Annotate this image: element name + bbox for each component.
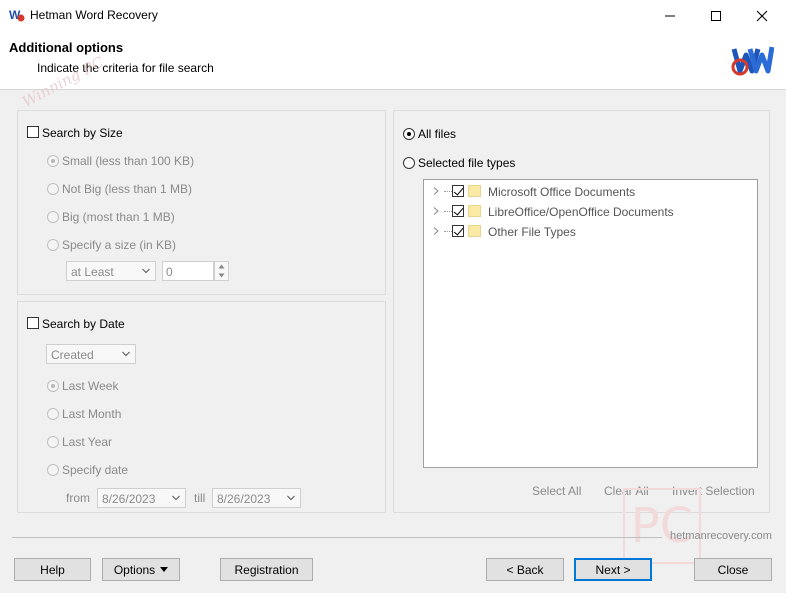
dropdown-arrow-icon xyxy=(160,567,169,572)
window-title: Hetman Word Recovery xyxy=(30,8,158,22)
maximize-icon xyxy=(711,10,721,21)
tree-item-other[interactable]: Other File Types xyxy=(424,221,754,241)
chevron-down-icon xyxy=(142,268,150,274)
size-value-input[interactable]: 0 xyxy=(162,261,214,281)
all-files-label: All files xyxy=(418,127,457,141)
tree-item-libreoffice[interactable]: LibreOffice/OpenOffice Documents xyxy=(424,201,754,221)
file-types-tree[interactable]: Microsoft Office Documents LibreOffice/O… xyxy=(423,179,758,468)
page-title: Additional options xyxy=(9,40,124,55)
select-all-link[interactable]: Select All xyxy=(532,484,581,498)
date-lastweek-label: Last Week xyxy=(62,379,119,393)
spin-up-icon[interactable] xyxy=(218,264,225,269)
ms-office-checkbox[interactable] xyxy=(452,185,464,197)
date-specify-radio[interactable] xyxy=(47,464,59,476)
size-small-label: Small (less than 100 KB) xyxy=(62,154,195,168)
help-button[interactable]: Help xyxy=(14,558,91,581)
from-label: from xyxy=(66,491,90,505)
size-specify-label: Specify a size (in KB) xyxy=(62,238,177,252)
date-lastyear-radio[interactable] xyxy=(47,436,59,448)
tree-connector xyxy=(444,191,452,192)
maximize-button[interactable] xyxy=(693,0,739,31)
libreoffice-label: LibreOffice/OpenOffice Documents xyxy=(488,205,674,219)
size-notbig-label: Not Big (less than 1 MB) xyxy=(62,182,193,196)
from-date-picker[interactable]: 8/26/2023 xyxy=(97,488,186,508)
ms-office-label: Microsoft Office Documents xyxy=(488,185,636,199)
next-button[interactable]: Next > xyxy=(574,558,652,581)
size-specify-radio[interactable] xyxy=(47,239,59,251)
expand-arrow-icon[interactable] xyxy=(433,227,439,235)
close-window-button[interactable] xyxy=(739,0,785,31)
size-notbig-radio[interactable] xyxy=(47,183,59,195)
help-button-label: Help xyxy=(40,562,65,577)
chevron-down-icon xyxy=(172,495,180,501)
next-button-label: Next > xyxy=(595,562,631,577)
spin-down-icon[interactable] xyxy=(218,273,225,278)
expand-arrow-icon[interactable] xyxy=(433,187,439,195)
folder-icon xyxy=(468,185,481,197)
search-by-size-checkbox[interactable] xyxy=(27,126,39,138)
wizard-header: Additional options Indicate the criteria… xyxy=(0,31,786,111)
expand-arrow-icon[interactable] xyxy=(433,207,439,215)
size-big-radio[interactable] xyxy=(47,211,59,223)
size-comparison-select[interactable]: at Least xyxy=(66,261,156,281)
date-lastmonth-label: Last Month xyxy=(62,407,122,421)
date-lastweek-radio[interactable] xyxy=(47,380,59,392)
site-link[interactable]: hetmanrecovery.com xyxy=(670,530,772,542)
date-lastmonth-radio[interactable] xyxy=(47,408,59,420)
all-files-radio[interactable] xyxy=(403,128,415,140)
folder-icon xyxy=(468,205,481,217)
chevron-down-icon xyxy=(287,495,295,501)
tree-connector xyxy=(444,211,452,212)
libreoffice-checkbox[interactable] xyxy=(452,205,464,217)
size-comparison-value: at Least xyxy=(71,265,114,279)
close-button-label: Close xyxy=(717,562,749,577)
close-button[interactable]: Close xyxy=(694,558,772,581)
size-spinner[interactable] xyxy=(214,261,229,281)
date-type-select[interactable]: Created xyxy=(46,344,136,364)
folder-icon xyxy=(468,225,481,237)
other-types-checkbox[interactable] xyxy=(452,225,464,237)
till-date-picker[interactable]: 8/26/2023 xyxy=(212,488,301,508)
app-logo-icon: W xyxy=(9,8,25,22)
back-button[interactable]: < Back xyxy=(486,558,564,581)
chevron-down-icon xyxy=(122,351,130,357)
options-button-label: Options xyxy=(113,562,156,577)
from-date-value: 8/26/2023 xyxy=(102,492,156,506)
size-value-text: 0 xyxy=(166,265,173,279)
till-date-value: 8/26/2023 xyxy=(217,492,271,506)
registration-button-label: Registration xyxy=(234,562,299,577)
selected-types-label: Selected file types xyxy=(418,156,516,170)
date-lastyear-label: Last Year xyxy=(62,435,113,449)
search-by-size-label: Search by Size xyxy=(42,126,123,140)
tree-connector xyxy=(444,231,452,232)
title-bar: W Hetman Word Recovery xyxy=(0,0,786,31)
minimize-button[interactable] xyxy=(647,0,693,31)
search-by-date-checkbox[interactable] xyxy=(27,317,39,329)
minimize-icon xyxy=(665,15,675,16)
other-types-label: Other File Types xyxy=(488,225,576,239)
date-type-value: Created xyxy=(51,348,94,362)
footer-separator xyxy=(12,537,662,538)
size-small-radio[interactable] xyxy=(47,155,59,167)
back-button-label: < Back xyxy=(506,562,544,577)
date-specify-label: Specify date xyxy=(62,463,129,477)
search-by-date-label: Search by Date xyxy=(42,317,125,331)
close-icon xyxy=(756,10,768,21)
options-button[interactable]: Options xyxy=(102,558,180,581)
tree-item-ms-office[interactable]: Microsoft Office Documents xyxy=(424,181,754,201)
registration-button[interactable]: Registration xyxy=(220,558,313,581)
brand-logo-icon xyxy=(731,46,774,76)
selected-types-radio[interactable] xyxy=(403,157,415,169)
size-big-label: Big (most than 1 MB) xyxy=(62,210,175,224)
till-label: till xyxy=(194,491,206,505)
pc-watermark: PC xyxy=(623,488,701,564)
